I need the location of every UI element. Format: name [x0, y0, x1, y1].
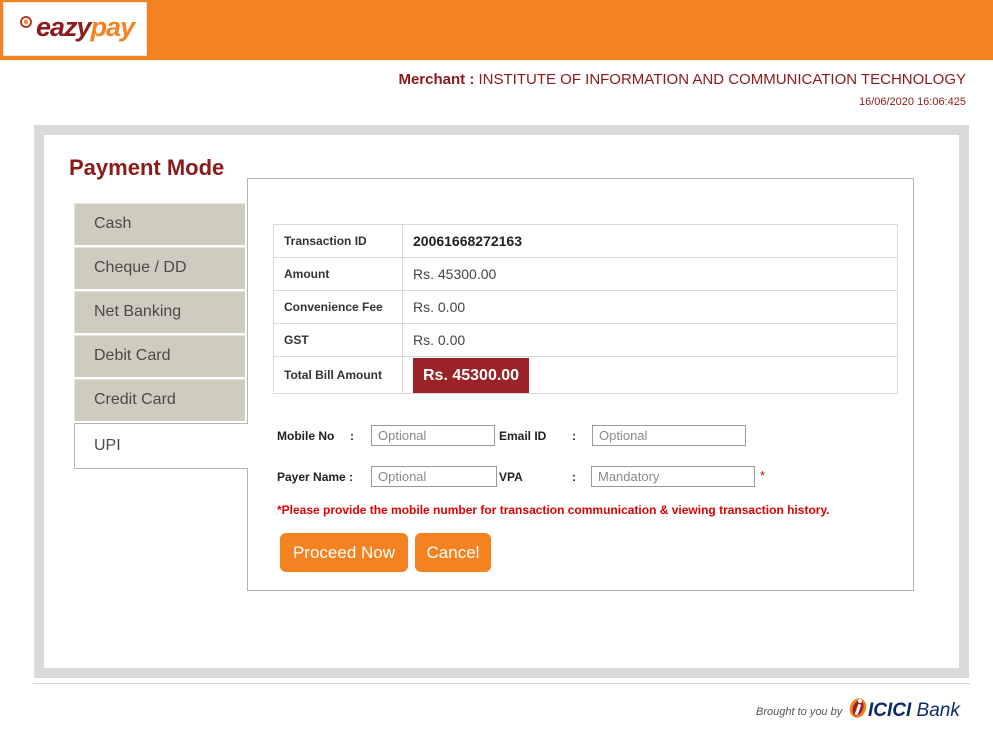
merchant-label: Merchant :: [398, 71, 475, 88]
vpa-input[interactable]: [591, 466, 755, 487]
tab-cash[interactable]: Cash: [74, 203, 245, 245]
mobile-colon: :: [350, 429, 354, 443]
transaction-details-table: Transaction ID 20061668272163 Amount Rs.…: [273, 224, 898, 394]
transaction-datetime: 16/06/2020 16:06:425: [858, 96, 966, 108]
tab-upi[interactable]: UPI: [74, 423, 248, 469]
email-id-input[interactable]: [592, 425, 746, 446]
mobile-number-input[interactable]: [371, 425, 495, 446]
total-bill-amount-badge: Rs. 45300.00: [413, 357, 530, 393]
mobile-label: Mobile No: [277, 429, 335, 443]
gst-value: Rs. 0.00: [402, 323, 898, 357]
proceed-now-button[interactable]: Proceed Now: [280, 533, 408, 572]
merchant-info: Merchant : INSTITUTE OF INFORMATION AND …: [398, 71, 966, 88]
table-row: GST Rs. 0.00: [273, 323, 898, 357]
table-row: Amount Rs. 45300.00: [273, 257, 898, 291]
transaction-id-label: Transaction ID: [273, 224, 403, 258]
transaction-id-value: 20061668272163: [402, 224, 898, 258]
vpa-label: VPA: [499, 470, 523, 484]
icici-logo-icon: [849, 698, 867, 718]
cancel-button[interactable]: Cancel: [415, 533, 491, 572]
merchant-name: INSTITUTE OF INFORMATION AND COMMUNICATI…: [478, 71, 966, 88]
logo-mark-icon: [20, 16, 32, 28]
payment-panel-frame: Payment Mode Cash Cheque / DD Net Bankin…: [34, 125, 969, 678]
table-row: Transaction ID 20061668272163: [273, 224, 898, 258]
email-label: Email ID: [499, 429, 547, 443]
page-title: Payment Mode: [69, 155, 225, 180]
icici-bank-logo-text: ICICI Bank: [868, 700, 960, 722]
payer-name-input[interactable]: [371, 466, 497, 487]
tab-cheque-dd[interactable]: Cheque / DD: [74, 247, 245, 289]
payer-name-label: Payer Name :: [277, 470, 354, 484]
logo-text-eazy: eazy: [36, 12, 92, 42]
vpa-colon: :: [572, 470, 576, 484]
bank-text: Bank: [911, 700, 960, 721]
logo-text-pay: pay: [90, 12, 136, 42]
table-row: Total Bill Amount Rs. 45300.00: [273, 356, 898, 394]
required-mark: *: [760, 468, 766, 483]
amount-value: Rs. 45300.00: [402, 257, 898, 291]
table-row: Convenience Fee Rs. 0.00: [273, 290, 898, 324]
mobile-number-note: *Please provide the mobile number for tr…: [277, 503, 830, 517]
tab-debit-card[interactable]: Debit Card: [74, 335, 245, 377]
brought-to-you-by-text: Brought to you by: [756, 706, 843, 718]
gst-label: GST: [273, 323, 403, 357]
tab-credit-card[interactable]: Credit Card: [74, 379, 245, 421]
footer-divider: [33, 683, 970, 684]
payment-panel: Payment Mode Cash Cheque / DD Net Bankin…: [44, 135, 959, 668]
amount-label: Amount: [273, 257, 403, 291]
convenience-fee-value: Rs. 0.00: [402, 290, 898, 324]
icici-bold-text: ICICI: [868, 700, 912, 721]
tab-net-banking[interactable]: Net Banking: [74, 291, 245, 333]
convenience-fee-label: Convenience Fee: [273, 290, 403, 324]
email-colon: :: [572, 429, 576, 443]
top-header-bar: eazypay: [0, 0, 993, 60]
eazypay-logo: eazypay: [3, 2, 147, 56]
total-bill-label: Total Bill Amount: [273, 356, 403, 394]
